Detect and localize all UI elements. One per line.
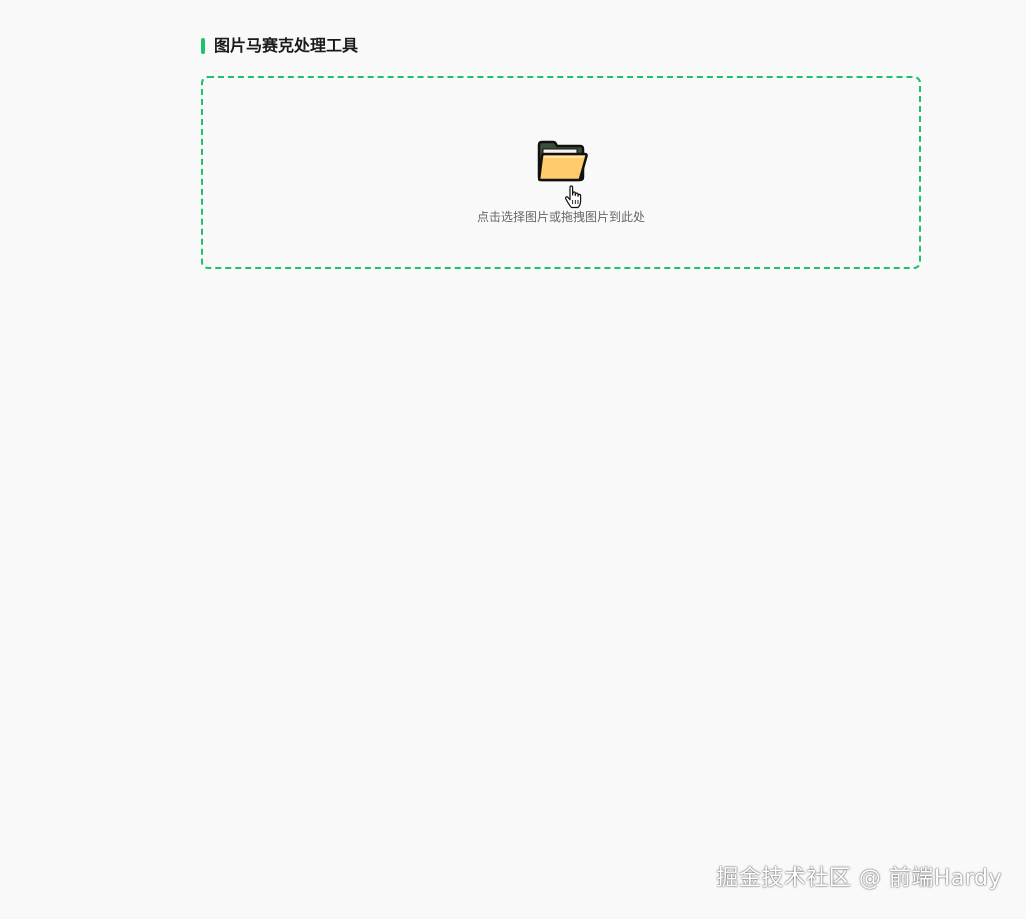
page: 图片马赛克处理工具 点击选择图片或拖拽图片到此处 掘金技术社区 @ 前端Hard…	[0, 0, 1026, 919]
title-accent-bar	[201, 38, 205, 54]
page-title: 图片马赛克处理工具	[214, 36, 359, 55]
image-upload-dropzone[interactable]: 点击选择图片或拖拽图片到此处	[201, 76, 921, 269]
hand-pointer-icon	[564, 185, 582, 209]
folder-icon	[537, 140, 588, 182]
upload-hint: 点击选择图片或拖拽图片到此处	[476, 210, 645, 224]
watermark: 掘金技术社区 @ 前端Hardy	[716, 866, 1002, 891]
page-header: 图片马赛克处理工具	[201, 36, 358, 56]
